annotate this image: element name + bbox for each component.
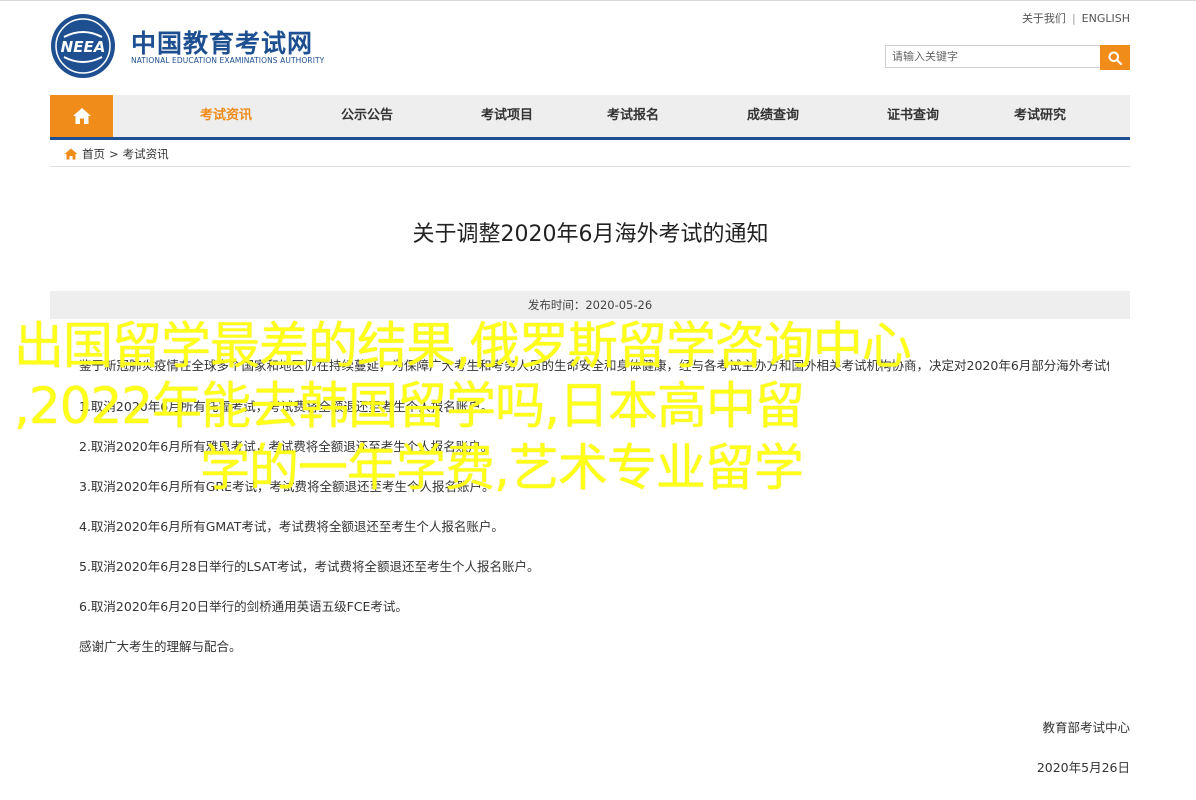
search-icon — [1108, 51, 1122, 65]
article-title: 关于调整2020年6月海外考试的通知 — [412, 222, 769, 247]
breadcrumb-current-link[interactable]: 考试资讯 — [123, 146, 169, 162]
article-item-2: 2.取消2020年6月所有雅思考试，考试费将全额退还至考生个人报名账户。 — [79, 439, 494, 454]
logo-text: NEEA — [61, 38, 106, 56]
nav-item-certificate-query[interactable]: 证书查询 — [887, 95, 939, 137]
nav-item-score-query[interactable]: 成绩查询 — [747, 95, 799, 137]
publish-time-bar: 发布时间：2020-05-26 — [50, 291, 1130, 319]
search-input[interactable] — [885, 45, 1105, 68]
article-item-5: 5.取消2020年6月28日举行的LSAT考试，考试费将全额退还至考生个人报名账… — [79, 559, 540, 574]
nav-item-exam-research[interactable]: 考试研究 — [1014, 95, 1066, 137]
english-link[interactable]: ENGLISH — [1082, 12, 1130, 25]
site-name-cn[interactable]: 中国教育考试网 — [131, 24, 313, 60]
signature-org: 教育部考试中心 — [1042, 720, 1130, 735]
breadcrumb-home-link[interactable]: 首页 — [82, 146, 105, 162]
nav-item-registration[interactable]: 考试报名 — [607, 95, 659, 137]
about-link[interactable]: 关于我们 — [1022, 12, 1066, 25]
main-nav: 考试资讯 公示公告 考试项目 考试报名 成绩查询 证书查询 考试研究 — [50, 95, 1130, 140]
home-icon — [72, 108, 91, 124]
page-top-border — [0, 0, 1196, 1]
article-item-4: 4.取消2020年6月所有GMAT考试，考试费将全额退还至考生个人报名账户。 — [79, 519, 504, 534]
top-links: 关于我们 | ENGLISH — [1022, 10, 1130, 26]
search-box — [885, 45, 1130, 70]
breadcrumb: 首页 > 考试资讯 — [64, 146, 169, 162]
neea-logo-icon[interactable]: NEEA — [50, 13, 116, 79]
article-item-6: 6.取消2020年6月20日举行的剑桥通用英语五级FCE考试。 — [79, 599, 408, 614]
nav-home-button[interactable] — [50, 95, 113, 137]
article-thanks: 感谢广大考生的理解与配合。 — [79, 639, 242, 654]
article-item-1: 1.取消2020年6月所有托福考试，考试费将全额退还至考生个人报名账户。 — [79, 399, 494, 414]
article-item-3: 3.取消2020年6月所有GRE考试，考试费将全额退还至考生个人报名账户。 — [79, 479, 495, 494]
signature-date: 2020年5月26日 — [1036, 760, 1130, 775]
nav-item-announcements[interactable]: 公示公告 — [341, 95, 393, 137]
top-links-separator: | — [1071, 12, 1076, 25]
site-name-en: NATIONAL EDUCATION EXAMINATIONS AUTHORIT… — [131, 56, 325, 65]
breadcrumb-home-icon — [64, 148, 78, 160]
breadcrumb-divider — [50, 166, 1130, 167]
search-button[interactable] — [1100, 45, 1130, 70]
article-intro: 鉴于新冠肺炎疫情在全球多个国家和地区仍在持续蔓延，为保障广大考生和考务人员的生命… — [79, 358, 1109, 373]
nav-item-exam-projects[interactable]: 考试项目 — [481, 95, 533, 137]
nav-item-exam-news[interactable]: 考试资讯 — [200, 95, 252, 137]
breadcrumb-separator: > — [109, 147, 119, 161]
